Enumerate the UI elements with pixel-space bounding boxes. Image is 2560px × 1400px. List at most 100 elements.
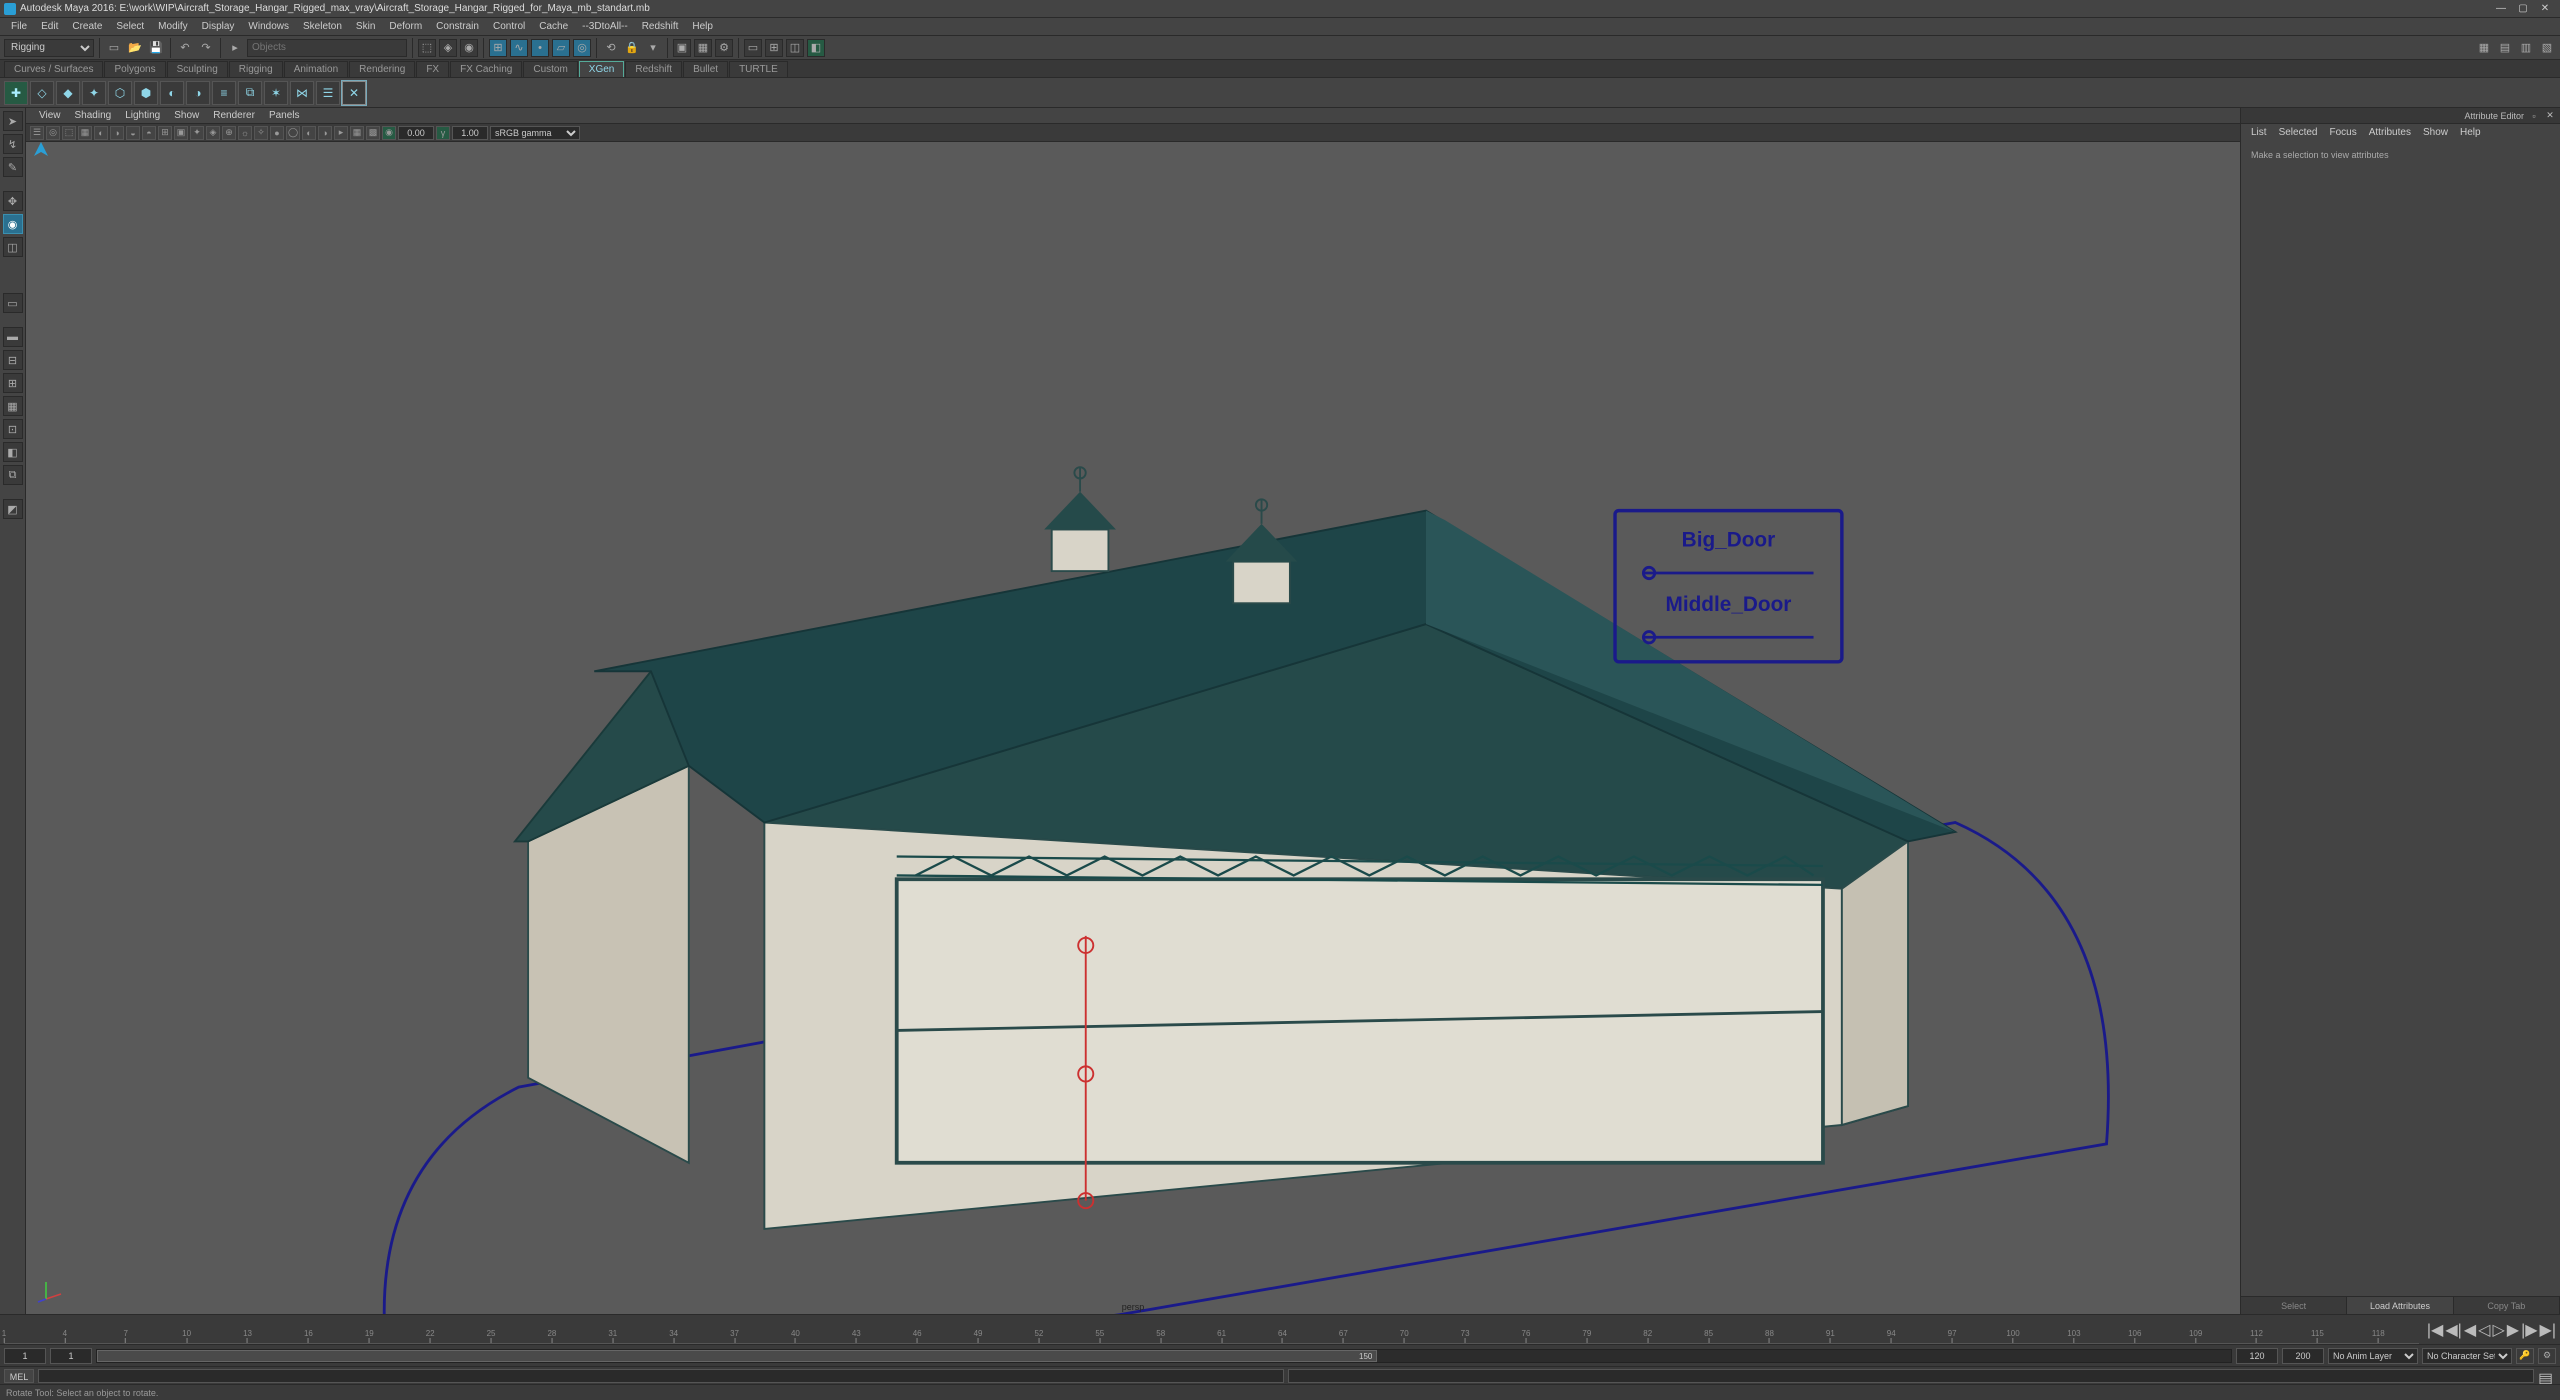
shelf-tab-redshift[interactable]: Redshift [625, 61, 682, 77]
panel-menu-lighting[interactable]: Lighting [118, 110, 167, 121]
attr-menu-show[interactable]: Show [2417, 127, 2454, 138]
attr-menu-help[interactable]: Help [2454, 127, 2487, 138]
shelf-icon-4[interactable]: ✦ [82, 81, 106, 105]
shelf-icon-9[interactable]: ≡ [212, 81, 236, 105]
color-space-select[interactable]: sRGB gamma [490, 126, 580, 140]
view-icon-10[interactable]: ▣ [174, 126, 188, 140]
shelf-tab-fx[interactable]: FX [416, 61, 449, 77]
file-new-icon[interactable]: ▭ [105, 39, 123, 57]
shelf-tab-xgen[interactable]: XGen [579, 61, 625, 77]
step-forward-button[interactable]: ▶ [2507, 1320, 2519, 1340]
shelf-icon-3[interactable]: ◆ [56, 81, 80, 105]
attr-bottom-load-attributes[interactable]: Load Attributes [2347, 1297, 2453, 1314]
shelf-tab-turtle[interactable]: TURTLE [729, 61, 788, 77]
go-to-end-button[interactable]: ▶| [2540, 1320, 2556, 1340]
attr-menu-focus[interactable]: Focus [2323, 127, 2362, 138]
select-by-object-icon[interactable]: ◈ [439, 39, 457, 57]
snap-live-icon[interactable]: ◎ [573, 39, 591, 57]
menu-modify[interactable]: Modify [151, 18, 194, 35]
view-icon-15[interactable]: ✧ [254, 126, 268, 140]
view-icon-9[interactable]: ⊞ [158, 126, 172, 140]
shelf-tab-rigging[interactable]: Rigging [229, 61, 283, 77]
view-icon-12[interactable]: ◈ [206, 126, 220, 140]
selection-mask-input[interactable] [247, 39, 407, 57]
move-tool[interactable]: ✥ [3, 191, 23, 211]
range-end-outer[interactable] [2282, 1348, 2324, 1364]
command-input[interactable] [38, 1369, 1284, 1383]
menu-display[interactable]: Display [195, 18, 242, 35]
panel-close-icon[interactable]: ✕ [2544, 110, 2556, 121]
auto-key-button[interactable]: 🔑 [2516, 1348, 2534, 1364]
redo-icon[interactable]: ↷ [197, 39, 215, 57]
attr-menu-list[interactable]: List [2245, 127, 2273, 138]
snap-plane-icon[interactable]: ▱ [552, 39, 570, 57]
view-icon-21[interactable]: ▦ [350, 126, 364, 140]
view-icon-16[interactable]: ● [270, 126, 284, 140]
shelf-tab-bullet[interactable]: Bullet [683, 61, 728, 77]
lock-icon[interactable]: ▾ [644, 39, 662, 57]
view-icon-13[interactable]: ⊕ [222, 126, 236, 140]
history-toggle-icon[interactable]: ⟲ [602, 39, 620, 57]
menu-help[interactable]: Help [685, 18, 720, 35]
step-back-button[interactable]: ◀ [2464, 1320, 2476, 1340]
snap-curve-icon[interactable]: ∿ [510, 39, 528, 57]
shelf-tab-custom[interactable]: Custom [523, 61, 577, 77]
select-by-component-icon[interactable]: ◉ [460, 39, 478, 57]
scale-tool[interactable]: ◫ [3, 237, 23, 257]
module-selector[interactable]: Rigging [4, 39, 94, 57]
undo-icon[interactable]: ↶ [176, 39, 194, 57]
range-start-inner[interactable] [50, 1348, 92, 1364]
attr-bottom-copy-tab[interactable]: Copy Tab [2454, 1297, 2560, 1314]
view-icon-1[interactable]: ☰ [30, 126, 44, 140]
layout-7[interactable]: ⧉ [3, 465, 23, 485]
menu-deform[interactable]: Deform [382, 18, 429, 35]
gamma-icon[interactable]: γ [436, 126, 450, 140]
workspace-icon-3[interactable]: ▥ [2517, 39, 2535, 57]
toggle-panel-icon[interactable]: ◧ [807, 39, 825, 57]
prefs-button[interactable]: ⚙ [2538, 1348, 2556, 1364]
layout-3[interactable]: ⊞ [3, 373, 23, 393]
render-frame-icon[interactable]: ▣ [673, 39, 691, 57]
attr-bottom-select[interactable]: Select [2241, 1297, 2347, 1314]
step-back-key-button[interactable]: ◀| [2445, 1320, 2461, 1340]
shelf-icon-6[interactable]: ⬢ [134, 81, 158, 105]
shelf-icon-1[interactable]: ✚ [4, 81, 28, 105]
outliner-toggle[interactable]: ◩ [3, 499, 23, 519]
play-forward-button[interactable]: ▷ [2492, 1320, 2504, 1340]
workspace-icon-4[interactable]: ▧ [2538, 39, 2556, 57]
attr-menu-selected[interactable]: Selected [2273, 127, 2324, 138]
menu-skeleton[interactable]: Skeleton [296, 18, 349, 35]
shelf-tab-animation[interactable]: Animation [284, 61, 348, 77]
layout-4[interactable]: ▦ [3, 396, 23, 416]
view-icon-7[interactable]: ◒ [126, 126, 140, 140]
viewport[interactable]: Big_Door Middle_Door persp [26, 142, 2240, 1314]
layout-1[interactable]: ▬ [3, 327, 23, 347]
view-icon-20[interactable]: ▸ [334, 126, 348, 140]
exposure-icon[interactable]: ◉ [382, 126, 396, 140]
go-to-start-button[interactable]: |◀ [2427, 1320, 2443, 1340]
view-icon-3[interactable]: ⬚ [62, 126, 76, 140]
shelf-icon-8[interactable]: ◑ [186, 81, 210, 105]
menu-constrain[interactable]: Constrain [429, 18, 486, 35]
maximize-button[interactable]: ▢ [2512, 2, 2534, 16]
shelf-icon-13[interactable]: ☰ [316, 81, 340, 105]
step-forward-key-button[interactable]: |▶ [2521, 1320, 2537, 1340]
view-icon-6[interactable]: ◑ [110, 126, 124, 140]
workspace-icon-2[interactable]: ▤ [2496, 39, 2514, 57]
ipr-render-icon[interactable]: ▦ [694, 39, 712, 57]
play-backward-button[interactable]: ◁ [2478, 1320, 2490, 1340]
script-language-label[interactable]: MEL [4, 1369, 34, 1383]
menu-control[interactable]: Control [486, 18, 532, 35]
view-icon-5[interactable]: ◐ [94, 126, 108, 140]
view-icon-17[interactable]: ◯ [286, 126, 300, 140]
shelf-tab-polygons[interactable]: Polygons [104, 61, 165, 77]
workspace-icon-1[interactable]: ▦ [2475, 39, 2493, 57]
menu-cache[interactable]: Cache [532, 18, 575, 35]
panel-menu-panels[interactable]: Panels [262, 110, 307, 121]
exposure-input[interactable] [398, 126, 434, 140]
panel-menu-view[interactable]: View [32, 110, 68, 121]
menu--3dtoall-[interactable]: --3DtoAll-- [575, 18, 635, 35]
layout-two-icon[interactable]: ◫ [786, 39, 804, 57]
view-icon-4[interactable]: ▦ [78, 126, 92, 140]
last-tool[interactable]: ▭ [3, 293, 23, 313]
